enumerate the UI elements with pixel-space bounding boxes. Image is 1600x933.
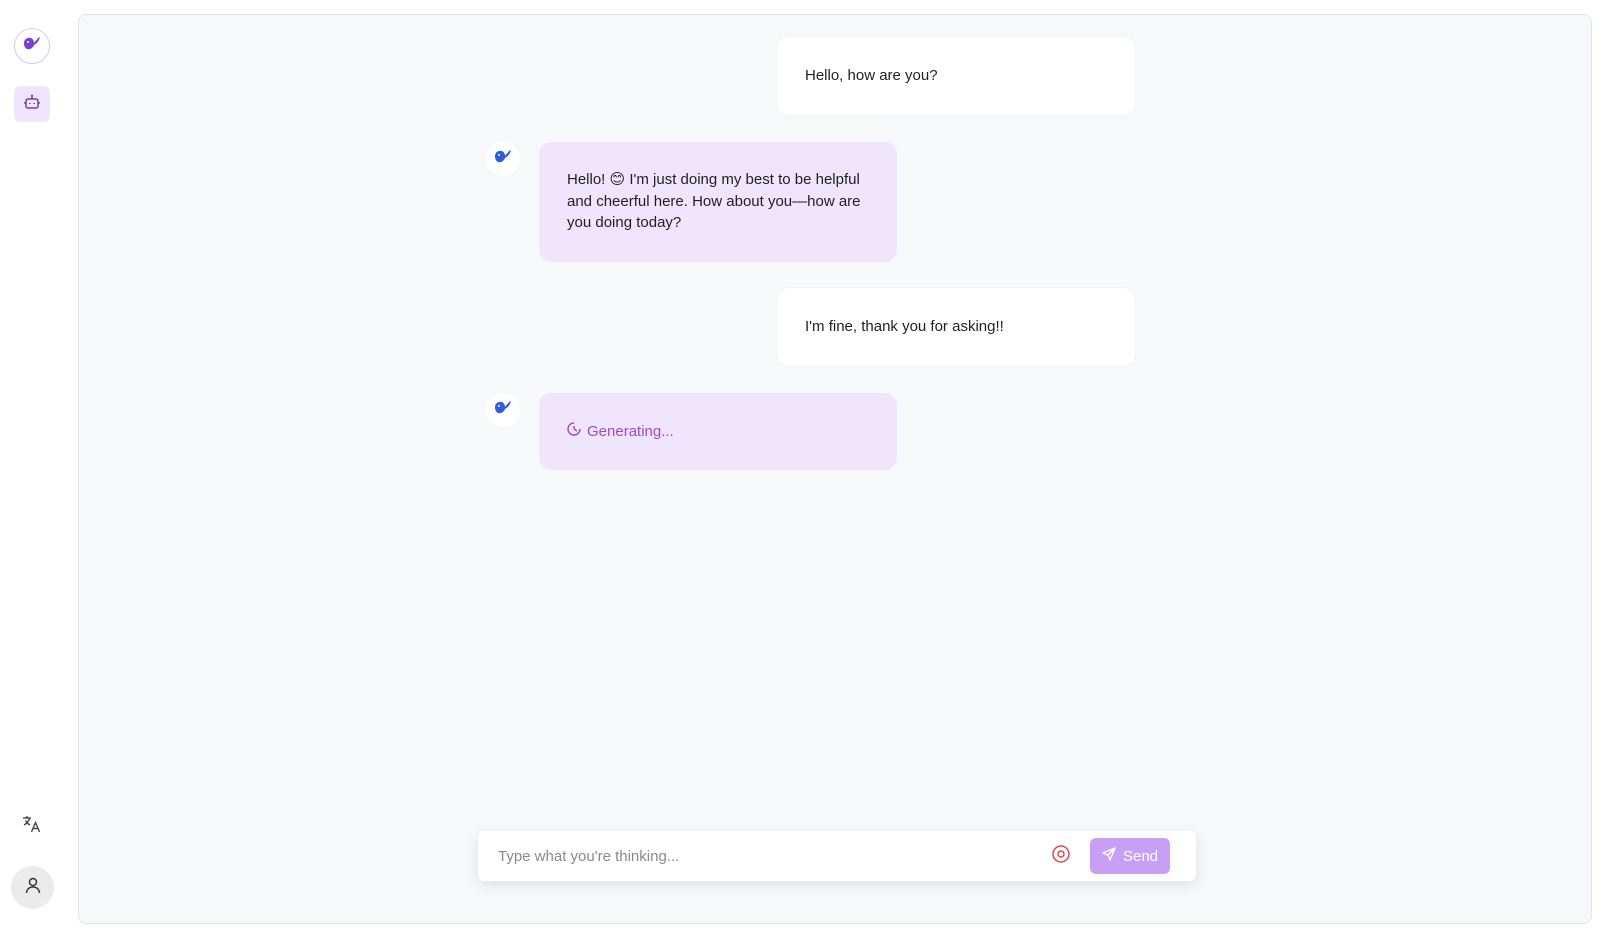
send-button[interactable]: Send [1090,838,1170,874]
assistant-avatar [486,393,520,427]
sidebar [0,0,64,933]
translate-icon [22,815,42,838]
send-icon [1102,847,1116,865]
app-logo[interactable] [14,28,50,64]
user-icon [24,876,42,899]
whale-logo-icon [493,400,513,421]
message-text: Hello, how are you? [805,67,938,84]
generating-text: Generating... [587,423,674,440]
assistant-nav-button[interactable] [14,86,50,122]
chat-panel: Hello, how are you? Hello! 😊 I'm just do… [78,14,1592,924]
message-input[interactable] [498,831,1038,881]
assistant-message-pending: Generating... [539,393,897,470]
message-composer: Send [478,831,1196,881]
spinner-icon [567,421,581,443]
assistant-message: Hello! 😊 I'm just doing my best to be he… [539,142,897,262]
whale-logo-icon [22,36,42,57]
user-message: Hello, how are you? [777,37,1135,115]
stop-generation-button[interactable] [1050,844,1072,869]
user-profile-button[interactable] [11,866,54,909]
send-label: Send [1122,847,1159,865]
user-message: I'm fine, thank you for asking!! [777,288,1135,366]
stop-circle-icon [1051,844,1071,869]
robot-icon [23,94,41,115]
assistant-avatar [486,142,520,176]
message-text: Hello! 😊 I'm just doing my best to be he… [567,171,861,231]
generating-status: Generating... [567,421,869,443]
message-text: I'm fine, thank you for asking!! [805,318,1004,335]
whale-logo-icon [493,149,513,170]
language-button[interactable] [18,812,46,840]
